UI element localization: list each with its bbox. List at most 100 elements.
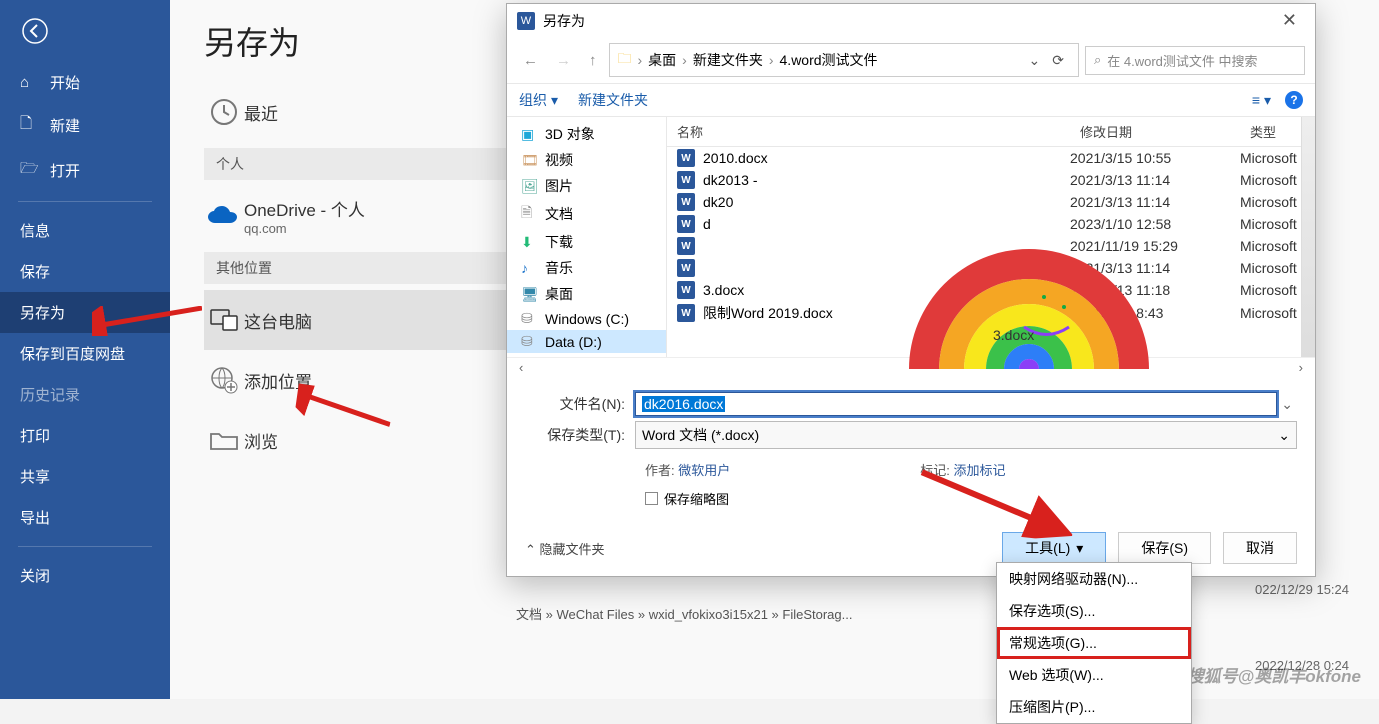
sidebar-share[interactable]: 共享 — [0, 456, 170, 497]
filetype-select[interactable]: Word 文档 (*.docx)⌄ — [635, 421, 1297, 449]
word-file-icon: W — [677, 237, 695, 255]
new-icon: 🗋 — [20, 113, 40, 138]
address-bar[interactable]: 🗀 ›桌面 ›新建文件夹 ›4.word测试文件 ⌄⟳ — [609, 43, 1080, 77]
nav-up-button[interactable]: ↑ — [583, 48, 603, 73]
sidebar-info[interactable]: 信息 — [0, 210, 170, 251]
help-icon[interactable]: ? — [1285, 91, 1303, 109]
tree-pictures[interactable]: 🖼图片 — [507, 173, 666, 199]
sidebar-baidu[interactable]: 保存到百度网盘 — [0, 333, 170, 374]
file-row[interactable]: Wd2023/1/10 12:58Microsoft — [667, 213, 1315, 235]
chevron-down-icon[interactable]: ⌄ — [1277, 396, 1297, 413]
sidebar-close[interactable]: 关闭 — [0, 555, 170, 596]
save-as-dialog: W另存为 ✕ ← → ↑ 🗀 ›桌面 ›新建文件夹 ›4.word测试文件 ⌄⟳… — [506, 3, 1316, 577]
menu-compress-pictures[interactable]: 压缩图片(P)... — [997, 691, 1191, 723]
sidebar-print[interactable]: 打印 — [0, 415, 170, 456]
filename-label: 文件名(N): — [525, 394, 635, 414]
menu-web-options[interactable]: Web 选项(W)... — [997, 659, 1191, 691]
tree-videos[interactable]: 🎞视频 — [507, 147, 666, 173]
search-input[interactable]: ⌕在 4.word测试文件 中搜索 — [1085, 46, 1305, 75]
tree-documents[interactable]: 🗎文档 — [507, 199, 666, 229]
file-row[interactable]: Wdk202021/3/13 11:14Microsoft — [667, 191, 1315, 213]
column-date[interactable]: 修改日期 — [1070, 117, 1240, 146]
rainbow-label: 3.docx — [993, 327, 1034, 343]
sidebar-new[interactable]: 🗋新建 — [0, 103, 170, 148]
home-icon: ⌂ — [20, 74, 40, 91]
chevron-down-icon: ⌄ — [1278, 427, 1290, 444]
file-row[interactable]: W2010.docx2021/3/15 10:55Microsoft — [667, 147, 1315, 169]
location-this-pc[interactable]: 这台电脑 — [204, 290, 514, 350]
file-row[interactable]: Wdk2013 -2021/3/13 11:14Microsoft — [667, 169, 1315, 191]
menu-general-options[interactable]: 常规选项(G)... — [997, 627, 1191, 659]
hide-folders-button[interactable]: ⌃ 隐藏文件夹 — [525, 539, 605, 558]
refresh-icon[interactable]: ⟳ — [1046, 52, 1070, 69]
sidebar-home[interactable]: ⌂开始 — [0, 62, 170, 103]
thumbnail-checkbox[interactable] — [645, 492, 658, 505]
file-list: 名称 修改日期 类型 W2010.docx2021/3/15 10:55Micr… — [667, 117, 1315, 357]
cloud-icon — [204, 196, 244, 236]
drive-icon: ⛁ — [521, 333, 537, 350]
word-file-icon: W — [677, 281, 695, 299]
personal-header: 个人 — [204, 148, 514, 180]
tags-field[interactable]: 添加标记 — [954, 463, 1006, 478]
sidebar-save[interactable]: 保存 — [0, 251, 170, 292]
word-logo-icon: W — [517, 12, 535, 30]
globe-plus-icon — [204, 360, 244, 400]
chevron-down-icon: ▾ — [1076, 540, 1083, 557]
file-row[interactable]: W2021/11/19 15:29Microsoft — [667, 235, 1315, 257]
close-button[interactable]: ✕ — [1274, 10, 1305, 31]
column-name[interactable]: 名称 — [667, 117, 1070, 146]
nav-forward-button[interactable]: → — [550, 48, 577, 73]
tree-3dobjects[interactable]: ▣3D 对象 — [507, 121, 666, 147]
clock-icon — [204, 92, 244, 132]
cube-icon: ▣ — [521, 126, 537, 143]
folder-icon: 🗀 — [618, 48, 632, 72]
music-icon: ♪ — [521, 260, 537, 276]
back-button[interactable] — [0, 0, 170, 62]
tree-music[interactable]: ♪音乐 — [507, 255, 666, 281]
tree-cdrive[interactable]: ⛁Windows (C:) — [507, 307, 666, 330]
word-file-icon: W — [677, 304, 695, 322]
sidebar-export[interactable]: 导出 — [0, 497, 170, 538]
tree-ddrive[interactable]: ⛁Data (D:) — [507, 330, 666, 353]
sidebar-save-as[interactable]: 另存为 — [0, 292, 170, 333]
chevron-down-icon[interactable]: ⌄ — [1023, 52, 1047, 69]
folder-icon — [204, 420, 244, 460]
pc-icon — [204, 300, 244, 340]
drive-icon: ⛁ — [521, 310, 537, 327]
nav-back-button[interactable]: ← — [517, 48, 544, 73]
tree-desktop[interactable]: 🖥桌面 — [507, 281, 666, 307]
view-options-button[interactable]: ≡ ▾ — [1252, 92, 1271, 109]
tools-button[interactable]: 工具(L) ▾ — [1002, 532, 1106, 564]
folder-tree: ▣3D 对象 🎞视频 🖼图片 🗎文档 ⬇下载 ♪音乐 🖥桌面 ⛁Windows … — [507, 117, 667, 357]
cancel-button[interactable]: 取消 — [1223, 532, 1297, 564]
file-row[interactable]: W3.docx2021/3/13 11:18Microsoft — [667, 279, 1315, 301]
sidebar-open[interactable]: 🗁打开 — [0, 148, 170, 193]
filename-input[interactable]: dk2016.docx — [635, 392, 1277, 416]
word-file-icon: W — [677, 193, 695, 211]
word-file-icon: W — [677, 215, 695, 233]
file-row[interactable]: W2021/3/13 11:14Microsoft — [667, 257, 1315, 279]
vertical-scrollbar[interactable] — [1301, 117, 1315, 357]
word-file-icon: W — [677, 149, 695, 167]
other-header: 其他位置 — [204, 252, 514, 284]
chevron-down-icon: ▾ — [551, 92, 558, 109]
author-field[interactable]: 微软用户 — [678, 463, 730, 478]
filetype-label: 保存类型(T): — [525, 425, 635, 445]
search-icon: ⌕ — [1094, 52, 1101, 68]
video-icon: 🎞 — [521, 152, 537, 169]
sidebar-history[interactable]: 历史记录 — [0, 374, 170, 415]
onedrive-email: qq.com — [244, 221, 365, 236]
file-row[interactable]: W限制Word 2019.docx2021/3/15 8:43Microsoft — [667, 301, 1315, 325]
scroll-right-icon[interactable]: › — [1299, 360, 1303, 375]
save-button[interactable]: 保存(S) — [1118, 532, 1211, 564]
tree-downloads[interactable]: ⬇下载 — [507, 229, 666, 255]
backstage-sidebar: ⌂开始 🗋新建 🗁打开 信息 保存 另存为 保存到百度网盘 历史记录 打印 共享… — [0, 0, 170, 699]
scroll-left-icon[interactable]: ‹ — [519, 360, 523, 375]
new-folder-button[interactable]: 新建文件夹 — [578, 90, 648, 110]
menu-map-drive[interactable]: 映射网络驱动器(N)... — [997, 563, 1191, 595]
desktop-icon: 🖥 — [521, 286, 537, 303]
organize-button[interactable]: 组织 ▾ — [519, 90, 558, 110]
download-icon: ⬇ — [521, 234, 537, 251]
open-icon: 🗁 — [20, 158, 40, 183]
menu-save-options[interactable]: 保存选项(S)... — [997, 595, 1191, 627]
